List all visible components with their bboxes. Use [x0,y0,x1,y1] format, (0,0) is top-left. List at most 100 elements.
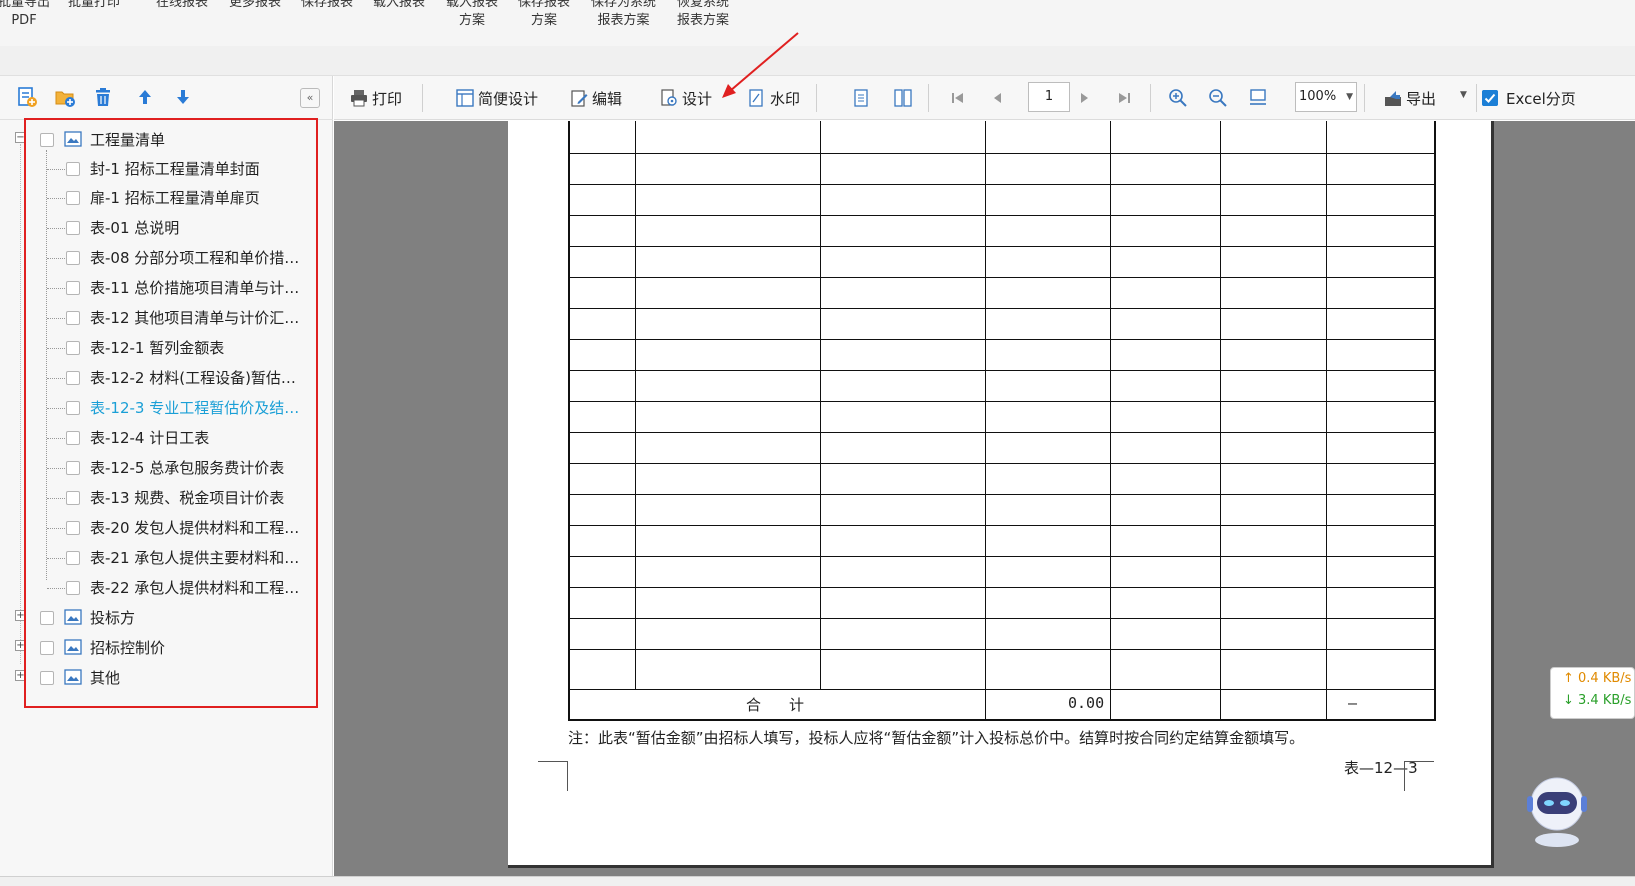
single-page-icon[interactable] [852,89,870,107]
ribbon-label: 保存报表 [518,0,571,10]
export-icon [1385,91,1401,106]
grid-line [570,587,1434,588]
grid-line [570,277,1434,278]
annotation-arrow-icon [722,32,799,98]
grid-line [570,184,1434,185]
move-down-icon[interactable] [172,86,194,108]
ribbon-label: 载入报表 [446,0,499,10]
merged-total-cell [571,690,635,719]
print-label: 打印 [372,89,403,108]
grid-line [570,649,1434,650]
next-page-icon[interactable] [1076,90,1092,106]
save-report-scheme-button[interactable]: 保存报表 方案 [518,0,570,30]
printer-icon [351,90,367,107]
fit-width-icon[interactable] [1248,88,1268,108]
delete-icon[interactable] [92,86,114,108]
assistant-robot-icon[interactable] [1521,770,1593,850]
ribbon-label: 报表方案 [597,13,650,28]
separator [422,84,423,112]
batch-print-button[interactable]: 批量打印 [68,0,120,12]
highlight-annotation-box [24,118,318,708]
separator [928,84,929,112]
grid-line [985,121,986,719]
grid-line [570,494,1434,495]
excel-paging-checkbox[interactable] [1482,90,1498,106]
print-button[interactable]: 打印 [350,86,402,110]
design-icon [661,89,677,106]
online-report-button[interactable]: 在线报表 [156,0,208,12]
simple-design-label: 简便设计 [478,89,539,108]
separator [1364,84,1365,112]
edit-label: 编辑 [592,89,623,108]
download-speed: ↓ 3.4 KB/s [1563,693,1632,708]
network-speed-widget: ↑ 0.4 KB/s ↓ 3.4 KB/s [1550,667,1635,719]
zoom-in-icon[interactable] [1168,88,1188,108]
grid-line [635,121,636,719]
save-as-system-scheme-button[interactable]: 保存为系统 报表方案 [591,0,656,30]
grid-line [570,618,1434,619]
total-value: 0.00 [1068,694,1105,712]
separator [1476,84,1477,112]
grid-line [570,463,1434,464]
export-button[interactable]: 导出 [1384,86,1436,110]
grid-line [820,121,821,719]
ribbon-label: 恢复系统 [677,0,730,10]
ribbon-label: 保存报表 [301,0,354,10]
new-report-icon[interactable] [16,86,38,108]
separator [1150,84,1151,112]
zoom-out-icon[interactable] [1208,88,1228,108]
export-dropdown-icon[interactable]: ▼ [1460,90,1467,100]
grid-line [570,525,1434,526]
ribbon-label: 更多报表 [229,0,282,10]
report-page: 合计 0.00 — 注：此表“暂估金额”由招标人填写，投标人应将“暂估金额”计入… [508,121,1494,868]
chevron-down-icon: ▼ [1346,92,1353,102]
page-corner-mark [1404,761,1434,791]
ribbon-label: PDF [11,13,37,28]
edit-button[interactable]: 编辑 [570,86,622,110]
load-report-button[interactable]: 载入报表 [373,0,425,12]
grid-line [1110,121,1111,719]
ribbon-label: 方案 [459,13,486,28]
new-folder-icon[interactable] [54,86,76,108]
first-page-icon[interactable] [950,90,966,106]
grid-line [570,246,1434,247]
report-preview-area: 合计 0.00 — 注：此表“暂估金额”由招标人填写，投标人应将“暂估金额”计入… [334,121,1635,876]
ribbon-label: 方案 [531,13,558,28]
upload-speed: ↑ 0.4 KB/s [1563,671,1632,686]
export-label: 导出 [1406,89,1437,108]
more-reports-button[interactable]: 更多报表 [229,0,281,12]
double-page-icon[interactable] [894,89,912,107]
status-bar [0,876,1635,886]
batch-export-pdf-button[interactable]: 批量导出 PDF [0,0,50,30]
previous-page-icon[interactable] [990,90,1006,106]
grid-line [570,556,1434,557]
ribbon-label: 批量打印 [68,0,121,10]
ribbon-label: 载入报表 [373,0,426,10]
save-report-button[interactable]: 保存报表 [301,0,353,12]
excel-paging-label[interactable]: Excel分页 [1506,88,1576,109]
last-page-icon[interactable] [1116,90,1132,106]
report-table: 合计 0.00 — [568,121,1436,721]
simple-design-button[interactable]: 简便设计 [456,86,538,110]
grid-line [1326,121,1327,719]
move-up-icon[interactable] [134,86,156,108]
grid-line [570,308,1434,309]
load-report-scheme-button[interactable]: 载入报表 方案 [446,0,498,30]
report-note: 注：此表“暂估金额”由招标人填写，投标人应将“暂估金额”计入投标总价中。结算时按… [568,729,1305,747]
zoom-select[interactable]: 100% ▼ [1295,82,1357,112]
grid-line [1220,121,1221,719]
ribbon-label: 批量导出 [0,0,51,10]
edit-pencil-icon [571,90,588,107]
ribbon-label: 保存为系统 [591,0,657,10]
total-dash: — [1348,694,1358,712]
grid-line [570,339,1434,340]
grid-line [570,432,1434,433]
grid-line [570,215,1434,216]
collapse-panel-button[interactable]: « [300,88,320,108]
grid-line [570,370,1434,371]
ribbon-label: 在线报表 [156,0,209,10]
page-number-input[interactable]: 1 [1028,82,1070,112]
grid-line [570,401,1434,402]
tree-toolbar: « [0,76,333,120]
grid-line [570,153,1434,154]
